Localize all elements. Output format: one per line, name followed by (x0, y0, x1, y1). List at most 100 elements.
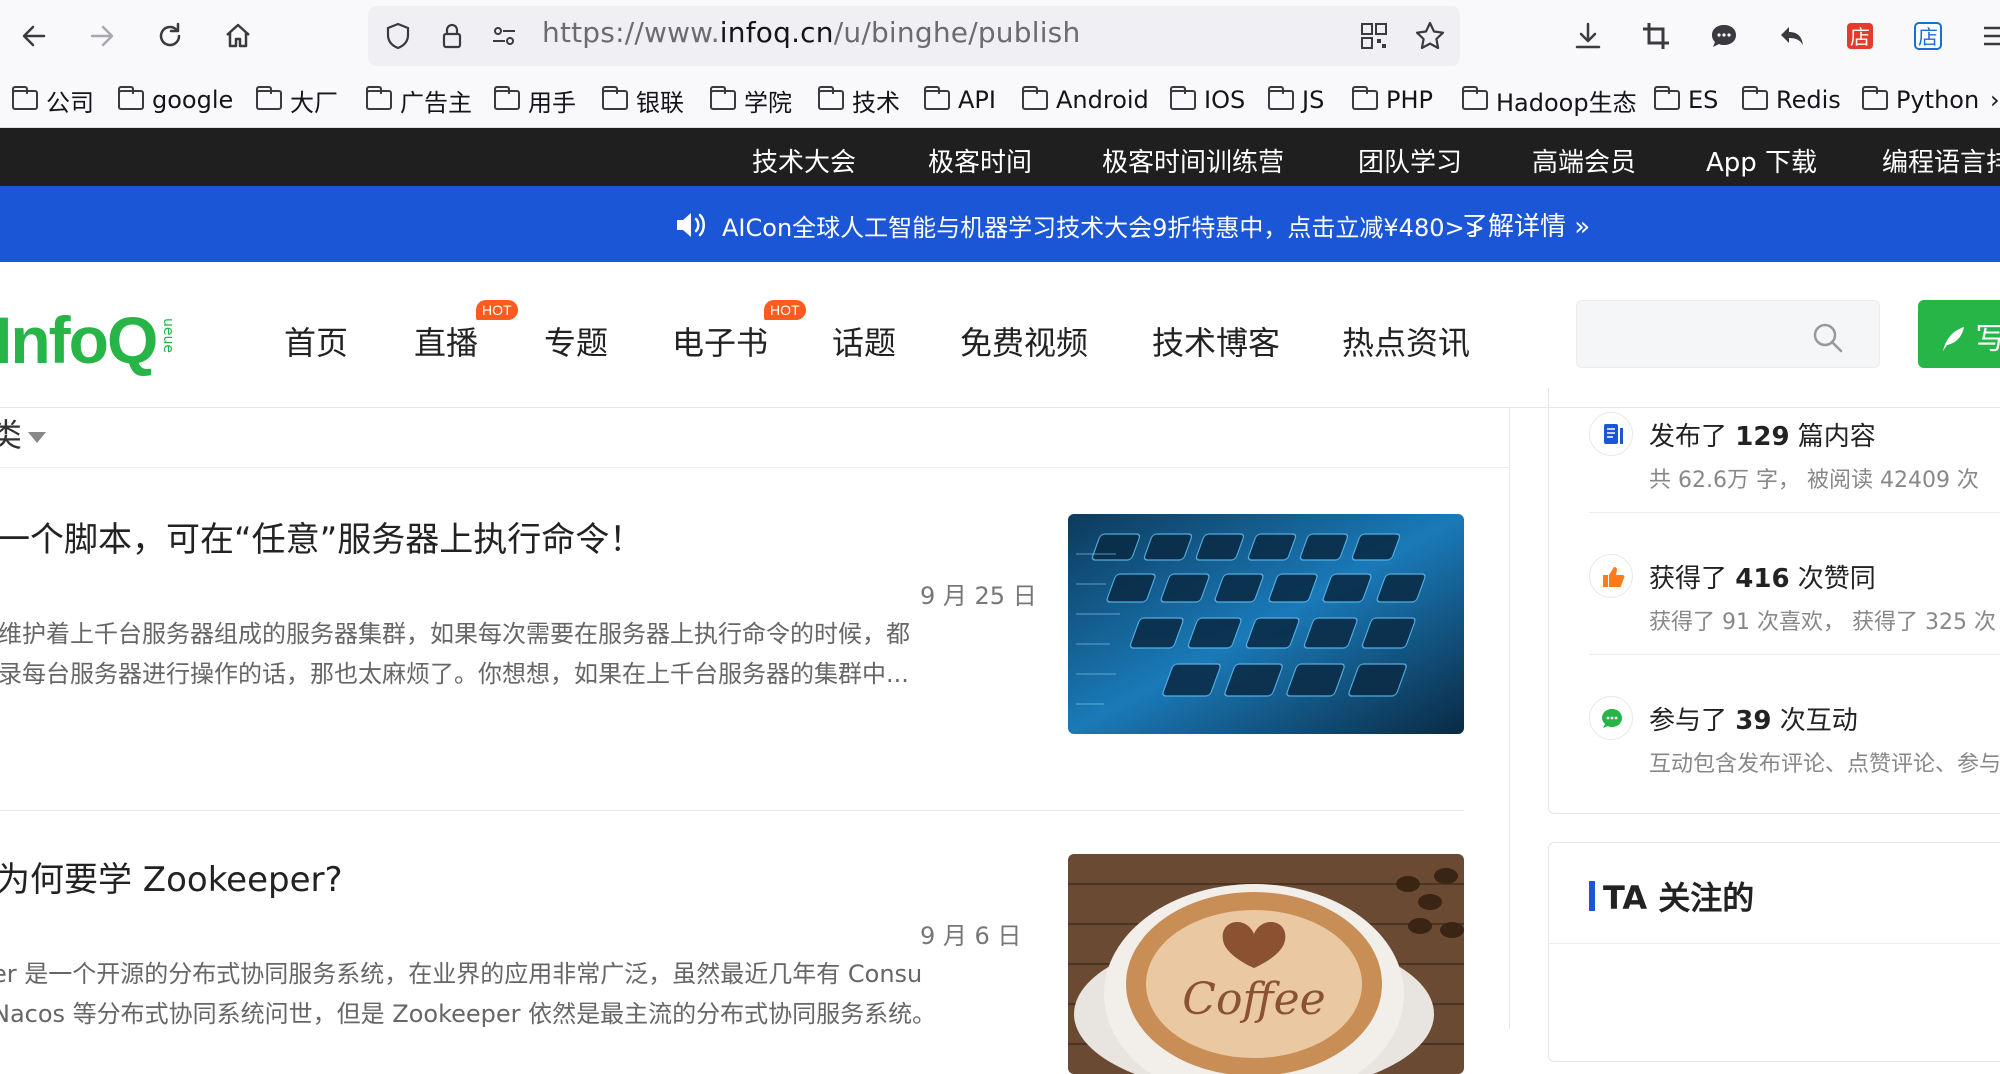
store-icon[interactable]: 店 (1906, 14, 1950, 58)
main-nav-item[interactable]: 话题 (832, 318, 896, 364)
bookmark-label: PHP (1386, 86, 1433, 114)
folder-icon (924, 86, 950, 110)
banner-text[interactable]: AICon全球人工智能与机器学习技术大会9折特惠中，点击立减¥480>> (722, 208, 1485, 243)
main-nav-item[interactable]: 免费视频 (960, 318, 1088, 364)
bookmark-item[interactable]: 用手 (494, 84, 576, 117)
star-icon[interactable] (1408, 14, 1452, 58)
forward-icon[interactable] (80, 14, 124, 58)
infoq-logo[interactable]: InfoQ (0, 302, 158, 378)
bookmark-item[interactable]: IOS (1170, 84, 1245, 116)
home-icon[interactable] (216, 14, 260, 58)
bookmark-item[interactable]: 广告主 (366, 84, 472, 117)
lock-icon[interactable] (430, 14, 474, 58)
stat-likes: 获得了 416 次赞同 (1649, 564, 1876, 594)
search-input[interactable] (1576, 300, 1880, 368)
following-title: TA 关注的 (1603, 879, 1755, 917)
dropdown-arrow-icon[interactable] (28, 432, 46, 443)
download-icon[interactable] (1566, 14, 1610, 58)
write-button[interactable]: 写 (1918, 300, 2000, 368)
article-date: 9 月 25 日 (920, 582, 1037, 610)
crop-icon[interactable] (1634, 14, 1678, 58)
folder-icon (1352, 86, 1378, 110)
main-nav-item[interactable]: 专题 (544, 318, 608, 364)
store-icon[interactable]: 店 (1838, 14, 1882, 58)
top-nav-item[interactable]: 编程语言排 (1882, 142, 2000, 179)
overflow-chevron-icon[interactable]: › (1990, 84, 2000, 116)
bookmark-item[interactable]: Redis (1742, 84, 1841, 116)
category-bar[interactable]: 类 (0, 408, 1510, 468)
permissions-icon[interactable] (482, 14, 526, 58)
menu-icon[interactable] (1974, 14, 2000, 58)
top-nav-item[interactable]: 极客时间训练营 (1102, 142, 1284, 179)
main-nav-item[interactable]: 电子书 (672, 318, 768, 364)
bookmark-item[interactable]: Hadoop生态 (1462, 84, 1637, 117)
url-text[interactable]: https://www.infoq.cn/u/binghe/publish (542, 16, 1080, 49)
folder-icon (1654, 86, 1680, 110)
feather-icon (1943, 327, 1964, 351)
bookmark-item[interactable]: 银联 (602, 84, 684, 117)
chat-bubble-icon (1589, 696, 1633, 740)
hot-badge: HOT (476, 300, 518, 320)
svg-text:店: 店 (1850, 25, 1870, 49)
back-icon[interactable] (12, 14, 56, 58)
chat-icon[interactable] (1702, 14, 1746, 58)
folder-icon (710, 86, 736, 110)
bookmark-item[interactable]: PHP (1352, 84, 1433, 116)
article-title[interactable]: 为何要学 Zookeeper? (0, 852, 343, 901)
article-list: 类 一个脚本，可在“任意”服务器上执行命令！ 9 月 25 日 维护着上千台服务… (0, 408, 1510, 1074)
stats-card: 发布了 129 篇内容 共 62.6万 字， 被阅读 42409 次 获得了 4… (1548, 388, 2000, 814)
banner-more-link[interactable]: 了解详情 » (1462, 206, 1590, 243)
bookmark-label: google (152, 86, 234, 114)
folder-icon (1170, 86, 1196, 110)
qr-code-icon[interactable] (1352, 14, 1396, 58)
article-title[interactable]: 一个脚本，可在“任意”服务器上执行命令！ (0, 512, 643, 561)
folder-icon (256, 86, 282, 110)
category-label[interactable]: 类 (0, 410, 22, 456)
bookmark-label: API (958, 86, 996, 114)
bookmark-label: Python (1896, 86, 1980, 114)
top-nav-item[interactable]: 高端会员 (1532, 142, 1636, 179)
folder-icon (118, 86, 144, 110)
bookmark-item[interactable]: google (118, 84, 233, 116)
bookmark-label: Redis (1776, 86, 1841, 114)
site-header: InfoQ ueue 写 首页 直播 HOT 专题 电子书 HOT 话题 免费视频 技术博客 热点… (0, 262, 2000, 408)
article-thumbnail-keyboard[interactable] (1068, 514, 1464, 734)
shield-icon[interactable] (376, 14, 420, 58)
divider (1549, 943, 2000, 944)
bookmark-item[interactable]: JS (1268, 84, 1324, 116)
divider (0, 810, 1464, 811)
bookmark-item[interactable]: API (924, 84, 996, 116)
stat-likes-detail: 获得了 91 次喜欢， 获得了 325 次 (1649, 610, 1996, 635)
bookmark-item[interactable]: 学院 (710, 84, 792, 117)
folder-icon (818, 86, 844, 110)
top-nav-item[interactable]: 技术大会 (752, 142, 856, 179)
stat-interactions: 参与了 39 次互动 (1649, 706, 1858, 736)
main-nav-item[interactable]: 热点资讯 (1342, 318, 1470, 364)
promo-banner[interactable]: AICon全球人工智能与机器学习技术大会9折特惠中，点击立减¥480>> 了解详… (0, 186, 2000, 262)
undo-icon[interactable] (1770, 14, 1814, 58)
stat-interactions-detail: 互动包含发布评论、点赞评论、参与 (1649, 752, 2000, 777)
article-thumbnail-coffee[interactable]: Coffee (1068, 854, 1464, 1074)
main-nav-item[interactable]: 直播 (414, 318, 478, 364)
bookmark-item[interactable]: 大厂 (256, 84, 338, 117)
logo-sub: ueue (160, 318, 176, 353)
search-icon[interactable] (1811, 321, 1845, 355)
speaker-icon (677, 213, 705, 237)
divider (1589, 512, 2000, 513)
bookmark-item[interactable]: 技术 (818, 84, 900, 117)
folder-icon (1462, 86, 1488, 110)
bookmark-item[interactable]: ES (1654, 84, 1718, 116)
main-nav-item[interactable]: 技术博客 (1152, 318, 1280, 364)
bookmark-item[interactable]: Python (1862, 84, 1979, 116)
bookmark-label: JS (1302, 86, 1325, 114)
reload-icon[interactable] (148, 14, 192, 58)
top-nav-item[interactable]: 极客时间 (928, 142, 1032, 179)
svg-text:店: 店 (1918, 25, 1938, 49)
bookmark-item[interactable]: 公司 (12, 84, 94, 117)
top-nav-item[interactable]: App 下载 (1706, 142, 1817, 179)
hot-badge: HOT (764, 300, 806, 320)
main-nav-item[interactable]: 首页 (284, 318, 348, 364)
divider (1589, 654, 2000, 655)
top-nav-item[interactable]: 团队学习 (1358, 142, 1462, 179)
bookmark-item[interactable]: Android (1022, 84, 1149, 116)
